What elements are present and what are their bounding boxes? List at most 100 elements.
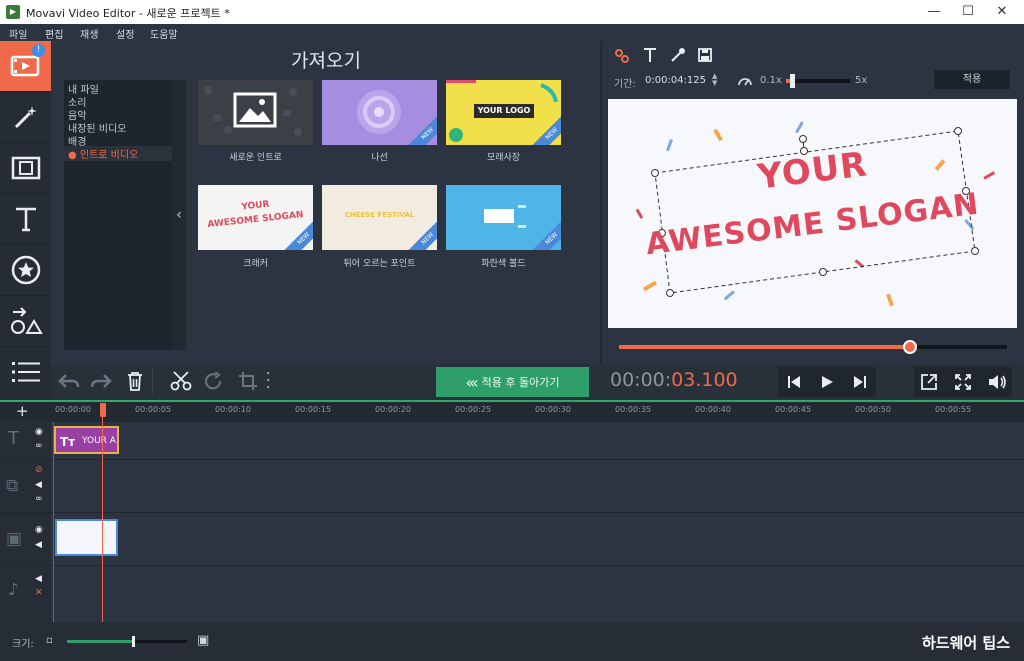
video-preview[interactable]: YOUR AWESOME SLOGAN — [608, 99, 1017, 328]
save-preset-button[interactable] — [697, 47, 713, 63]
zoom-slider-handle[interactable] — [131, 636, 135, 647]
duration-label: 기간: — [614, 79, 636, 90]
previous-frame-button[interactable] — [785, 373, 803, 391]
import-panel-title: 가져오기 — [291, 50, 361, 72]
audio-icon[interactable]: ◀ — [35, 480, 42, 490]
title-clip-text: YOUR A — [82, 436, 116, 446]
clip-start-marker — [53, 422, 54, 622]
timeline-ruler[interactable]: + 00:00:00 00:00:05 00:00:10 00:00:15 00:00:… — [0, 400, 1024, 422]
visibility-eye-icon[interactable]: ◉ — [35, 525, 43, 535]
play-icon — [822, 376, 833, 388]
tree-item-intro-video[interactable]: ● 인트로 비디오 — [64, 146, 172, 161]
animation-keyframe-icon — [615, 49, 629, 63]
menu-playback[interactable]: 재생 — [80, 26, 98, 41]
maximize-button[interactable]: ☐ — [950, 0, 986, 24]
more-options-icon[interactable]: · · · — [266, 367, 270, 395]
link-icon[interactable]: ∞ — [35, 494, 43, 504]
crop-button[interactable] — [238, 371, 258, 391]
intro-thumb-bouncing-points[interactable]: CHEESE FESTIVAL NEW — [322, 185, 437, 250]
add-track-button[interactable]: + — [16, 402, 29, 420]
external-window-icon — [921, 374, 937, 390]
collapse-tree-button[interactable]: ‹ — [172, 80, 186, 350]
speed-slider[interactable] — [786, 74, 850, 88]
menu-file[interactable]: 파일 — [9, 26, 27, 41]
title-track: T ◉ ∞ Tт YOUR A — [0, 422, 1024, 460]
play-button[interactable] — [818, 373, 836, 391]
rotate-button[interactable] — [204, 372, 224, 390]
delete-button[interactable] — [127, 371, 143, 391]
filmstrip-icon — [11, 156, 40, 180]
preview-progress-handle[interactable] — [903, 340, 917, 354]
titles-tool-button[interactable] — [0, 194, 51, 245]
duration-value-field[interactable]: 0:00:04:125 — [645, 75, 706, 86]
intro-label-spiral: 나선 — [371, 153, 388, 163]
zoom-out-icon[interactable]: ▫ — [46, 635, 53, 646]
timecode-prefix: 00:00: — [610, 369, 672, 391]
intro-thumb-new[interactable] — [198, 80, 313, 145]
apply-button[interactable]: 적용 — [934, 70, 1010, 89]
intro-thumb-blue-bold[interactable]: NEW — [446, 185, 561, 250]
ruler-tick-label: 00:00:10 — [215, 405, 251, 414]
export-frame-button[interactable] — [920, 373, 938, 391]
volume-button[interactable] — [987, 373, 1007, 391]
redo-button[interactable] — [90, 372, 112, 390]
intro-label-bouncing-points: 튀어 오르는 포인트 — [343, 259, 416, 269]
text-properties-button[interactable] — [642, 46, 658, 64]
shapes-tool-button[interactable] — [0, 296, 51, 347]
title-clip[interactable]: Tт YOUR A — [54, 426, 119, 454]
trash-icon — [128, 372, 142, 391]
intro-thumb-cracker[interactable]: YOUR AWESOME SLOGAN NEW — [198, 185, 313, 250]
toolbar-separator — [152, 368, 153, 394]
next-frame-button[interactable] — [851, 373, 869, 391]
audio-icon[interactable]: ◀ — [35, 540, 42, 550]
link-icon[interactable]: ∞ — [35, 441, 43, 451]
minimize-button[interactable]: — — [916, 0, 952, 24]
undo-button[interactable] — [58, 372, 80, 390]
fullscreen-icon — [955, 374, 971, 390]
intro-thumb-sand[interactable]: YOUR LOGO NEW — [446, 80, 561, 145]
speed-slider-handle[interactable] — [789, 74, 795, 88]
zoom-slider-fill — [67, 640, 133, 643]
magic-wand-tool-button[interactable] — [0, 92, 51, 143]
intro-label-sand: 모래사장 — [486, 153, 521, 163]
speaker-icon — [989, 375, 1006, 389]
music-note-icon: ♪ — [8, 580, 19, 600]
preview-progress-bar[interactable] — [619, 340, 1007, 354]
timecode-value: 03.100 — [671, 369, 738, 391]
video-clip[interactable] — [55, 519, 118, 556]
fullscreen-button[interactable] — [954, 373, 972, 391]
keyframe-tool-button[interactable] — [614, 48, 630, 64]
apply-and-return-button[interactable]: «‹ 적용 후 돌아가기 — [436, 367, 589, 397]
ruler-tick-label: 00:00:20 — [375, 405, 411, 414]
zoom-label: 크기: — [12, 639, 34, 650]
menu-edit[interactable]: 편집 — [45, 26, 63, 41]
import-tool-button[interactable]: ! — [0, 41, 51, 92]
zoom-slider[interactable] — [67, 636, 187, 647]
duration-spinner[interactable]: ▲ ▼ — [712, 73, 717, 87]
title-bar: ▶ Movavi Video Editor - 새로운 프로젝트 * — ☐ ✕ — [0, 0, 1024, 24]
hidden-eye-icon[interactable]: ⊘ — [35, 465, 43, 475]
more-tools-button[interactable] — [0, 347, 51, 397]
music-track-header: ♪ ◀ ✕ — [0, 566, 51, 622]
stickers-tool-button[interactable] — [0, 245, 51, 296]
transitions-tool-button[interactable] — [0, 143, 51, 194]
speed-min-label: 0.1x — [760, 75, 782, 86]
ruler-tick-label: 00:00:40 — [695, 405, 731, 414]
speed-max-label: 5x — [855, 75, 868, 86]
visibility-eye-icon[interactable]: ◉ — [35, 427, 43, 437]
playhead-line — [102, 417, 103, 622]
color-picker-button[interactable] — [670, 47, 686, 63]
menu-help[interactable]: 도움말 — [150, 26, 178, 41]
audio-icon[interactable]: ◀ — [35, 574, 42, 584]
title-clip-icon: Tт — [60, 435, 76, 449]
intro-thumb-spiral[interactable]: NEW — [322, 80, 437, 145]
ruler-tick-label: 00:00:45 — [775, 405, 811, 414]
menu-settings[interactable]: 설정 — [116, 26, 134, 41]
playhead-handle[interactable] — [100, 403, 106, 417]
zoom-in-icon[interactable]: ▣ — [197, 633, 209, 648]
split-button[interactable] — [170, 371, 192, 391]
skip-forward-icon — [854, 376, 866, 388]
unlink-icon[interactable]: ✕ — [35, 588, 43, 598]
window-title: Movavi Video Editor - 새로운 프로젝트 * — [26, 7, 230, 20]
close-button[interactable]: ✕ — [984, 0, 1020, 24]
